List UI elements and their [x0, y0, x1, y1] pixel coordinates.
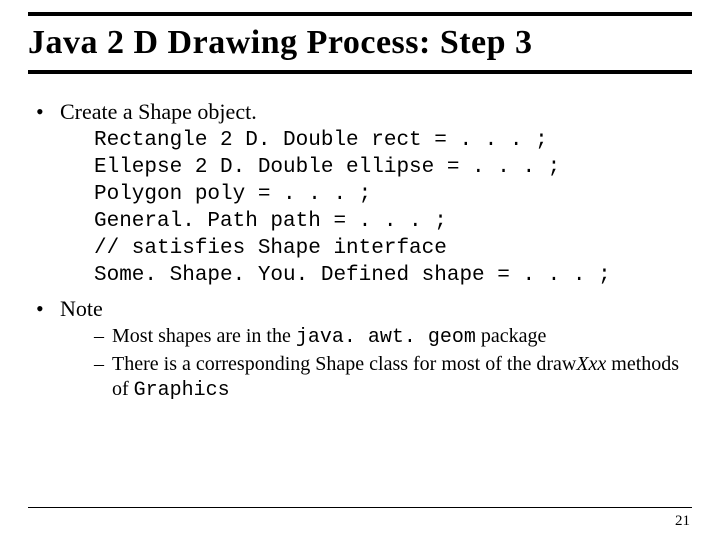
- code-line: Some. Shape. You. Defined shape = . . . …: [94, 264, 611, 287]
- italic-text: Xxx: [576, 353, 606, 375]
- sub-bullet-package: Most shapes are in the java. awt. geom p…: [94, 324, 692, 350]
- text-part: There is a corresponding Shape class for…: [112, 353, 576, 375]
- code-block: Rectangle 2 D. Double rect = . . . ; Ell…: [94, 128, 692, 289]
- code-inline: java. awt. geom: [296, 326, 476, 349]
- code-line: Ellepse 2 D. Double ellipse = . . . ;: [94, 156, 560, 179]
- text-part: Most shapes are in the: [112, 325, 296, 347]
- footer-rule: [28, 507, 692, 508]
- code-line: General. Path path = . . . ;: [94, 210, 447, 233]
- bullet-text: Note: [60, 296, 103, 321]
- code-line: Polygon poly = . . . ;: [94, 183, 371, 206]
- code-line: // satisfies Shape interface: [94, 237, 447, 260]
- text-part: package: [476, 325, 547, 347]
- code-line: Rectangle 2 D. Double rect = . . . ;: [94, 129, 548, 152]
- bullet-text: Create a Shape object.: [60, 99, 257, 124]
- page-number: 21: [675, 513, 690, 530]
- slide-title: Java 2 D Drawing Process: Step 3: [28, 24, 692, 62]
- bullet-note: Note Most shapes are in the java. awt. g…: [30, 295, 692, 402]
- top-rule: [28, 12, 692, 16]
- mid-rule: [28, 70, 692, 74]
- sub-bullet-shape-class: There is a corresponding Shape class for…: [94, 352, 692, 403]
- slide-content: Create a Shape object. Rectangle 2 D. Do…: [28, 98, 692, 403]
- bullet-create-shape: Create a Shape object. Rectangle 2 D. Do…: [30, 98, 692, 289]
- code-inline: Graphics: [134, 379, 230, 402]
